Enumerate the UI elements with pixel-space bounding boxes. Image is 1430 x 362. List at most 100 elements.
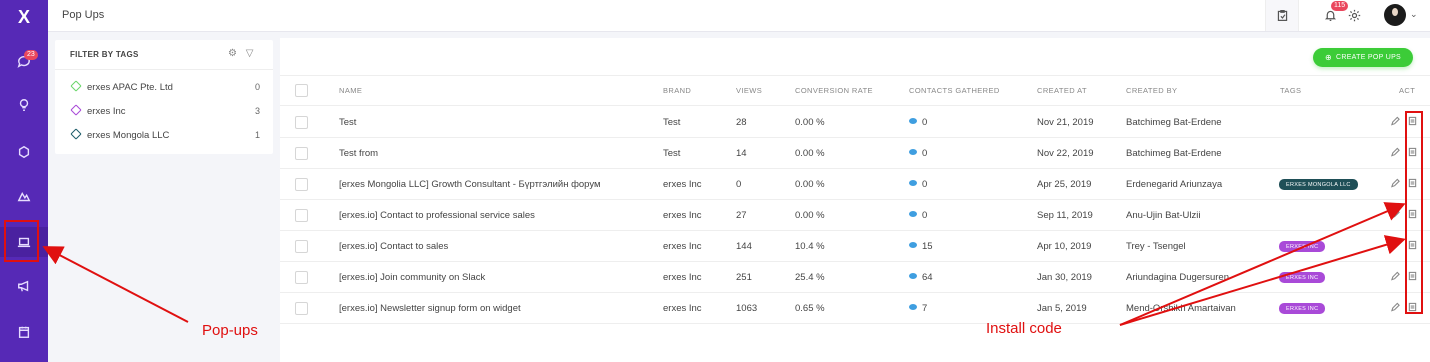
table-row[interactable]: Test Test 28 0.00 % Nov 21, 2019 Batchimeg Ba… xyxy=(280,107,1430,138)
nav-campaigns[interactable] xyxy=(0,271,48,301)
row-checkbox[interactable] xyxy=(295,116,308,129)
column-views[interactable]: VIEWS xyxy=(736,86,762,95)
chevron-down-icon[interactable]: ⌄ xyxy=(1410,9,1418,20)
tasks-button[interactable] xyxy=(1265,0,1299,31)
row-checkbox[interactable] xyxy=(295,209,308,222)
cell-created-by: Batchimeg Bat-Erdene xyxy=(1126,117,1222,128)
tag-icon xyxy=(70,80,82,92)
cell-contacts-gathered: 0 xyxy=(909,210,927,221)
contacts-count: 0 xyxy=(922,148,928,159)
column-conversion-rate[interactable]: CONVERSION RATE xyxy=(795,86,873,95)
nav-calendar[interactable] xyxy=(0,317,48,347)
row-checkbox[interactable] xyxy=(295,178,308,191)
popups-annotation: Pop-ups xyxy=(202,322,258,339)
cell-name[interactable]: [erxes.io] Join community on Slack xyxy=(339,272,485,283)
cell-views: 0 xyxy=(736,179,742,190)
cell-brand: erxes Inc xyxy=(663,179,702,190)
cell-contacts-gathered: 0 xyxy=(909,117,927,128)
cell-brand: Test xyxy=(663,148,681,159)
column-name[interactable]: NAME xyxy=(339,86,362,95)
erxes-logo[interactable]: X xyxy=(0,0,48,34)
popups-highlight-box xyxy=(4,220,39,262)
divider xyxy=(55,69,273,70)
column-actions: ACT xyxy=(1399,86,1416,95)
nav-tickets[interactable] xyxy=(0,137,48,167)
table-row[interactable]: [erxes.io] Join community on Slack erxes … xyxy=(280,262,1430,293)
cell-created-by: Anu-Ujin Bat-Ulzii xyxy=(1126,210,1201,221)
filter-title: FILTER BY TAGS xyxy=(70,50,139,59)
cell-contacts-gathered: 64 xyxy=(909,272,933,283)
column-created-by[interactable]: CREATED BY xyxy=(1126,86,1177,95)
cell-views: 144 xyxy=(736,241,752,252)
contacts-count: 0 xyxy=(922,117,928,128)
contacts-count: 0 xyxy=(922,179,928,190)
eye-icon xyxy=(909,304,917,311)
column-tags[interactable]: TAGS xyxy=(1280,86,1301,95)
row-checkbox[interactable] xyxy=(295,271,308,284)
edit-pencil-icon[interactable] xyxy=(1391,116,1400,126)
table-row[interactable]: [erxes Mongolia LLC] Growth Consultant -… xyxy=(280,169,1430,200)
cell-created-at: Jan 5, 2019 xyxy=(1037,303,1087,314)
tag-count: 0 xyxy=(254,82,260,92)
cell-created-at: Jan 30, 2019 xyxy=(1037,272,1092,283)
contacts-count: 15 xyxy=(922,241,933,252)
cell-name[interactable]: [erxes.io] Contact to professional servi… xyxy=(339,210,535,221)
chevron-down-icon[interactable]: ▽ xyxy=(246,48,254,59)
settings-button[interactable] xyxy=(1337,0,1371,31)
cell-name[interactable]: Test from xyxy=(339,148,378,159)
row-checkbox[interactable] xyxy=(295,240,308,253)
plus-circle-icon: ⊕ xyxy=(1324,53,1332,62)
cell-name[interactable]: [erxes.io] Newsletter signup form on wid… xyxy=(339,303,521,314)
cell-created-at: Sep 11, 2019 xyxy=(1037,210,1093,221)
cell-conversion-rate: 0.00 % xyxy=(795,117,825,128)
table-row[interactable]: [erxes.io] Newsletter signup form on wid… xyxy=(280,293,1430,324)
cell-contacts-gathered: 0 xyxy=(909,148,927,159)
column-created-at[interactable]: CREATED AT xyxy=(1037,86,1087,95)
handshake-icon xyxy=(17,192,31,202)
clipboard-icon xyxy=(1277,10,1287,21)
page-title: Pop Ups xyxy=(62,9,105,21)
table-row[interactable]: [erxes.io] Contact to sales erxes Inc 144 1… xyxy=(280,231,1430,262)
tag-filter-item[interactable]: erxes Inc 3 xyxy=(70,104,262,120)
nav-inbox[interactable]: 23 xyxy=(0,47,48,77)
eye-icon xyxy=(909,149,917,156)
table-row[interactable]: Test from Test 14 0.00 % Nov 22, 2019 Batchim… xyxy=(280,138,1430,169)
cell-name[interactable]: [erxes.io] Contact to sales xyxy=(339,241,448,252)
edit-pencil-icon[interactable] xyxy=(1391,178,1400,188)
gear-icon[interactable]: ⚙ xyxy=(228,48,237,59)
cell-created-by: Ariundagina Dugersuren xyxy=(1126,272,1229,283)
cell-views: 28 xyxy=(736,117,747,128)
tag-filter-item[interactable]: erxes APAC Pte. Ltd 0 xyxy=(70,80,262,96)
edit-pencil-icon[interactable] xyxy=(1391,302,1400,312)
avatar[interactable] xyxy=(1384,4,1406,26)
cell-created-by: Batchimeg Bat-Erdene xyxy=(1126,148,1222,159)
nav-ideas[interactable] xyxy=(0,90,48,120)
column-contacts-gathered[interactable]: CONTACTS GATHERED xyxy=(909,86,1000,95)
cell-brand: Test xyxy=(663,117,681,128)
row-checkbox[interactable] xyxy=(295,302,308,315)
cell-created-at: Apr 25, 2019 xyxy=(1037,179,1092,190)
nav-deals[interactable] xyxy=(0,182,48,212)
row-checkbox[interactable] xyxy=(295,147,308,160)
edit-pencil-icon[interactable] xyxy=(1391,271,1400,281)
tag-icon xyxy=(70,128,82,140)
tag-filter-item[interactable]: erxes Mongola LLC 1 xyxy=(70,128,262,144)
edit-pencil-icon[interactable] xyxy=(1391,209,1400,219)
column-brand[interactable]: BRAND xyxy=(663,86,691,95)
cell-views: 251 xyxy=(736,272,752,283)
contacts-count: 0 xyxy=(922,210,928,221)
edit-pencil-icon[interactable] xyxy=(1391,240,1400,250)
edit-pencil-icon[interactable] xyxy=(1391,147,1400,157)
megaphone-icon xyxy=(18,280,29,292)
filter-by-tags-panel: FILTER BY TAGS ⚙ ▽ erxes APAC Pte. Ltd 0… xyxy=(55,40,273,154)
cell-name[interactable]: Test xyxy=(339,117,356,128)
create-pop-ups-button[interactable]: ⊕ CREATE POP UPS xyxy=(1313,48,1413,67)
top-header: Pop Ups 115 ⌄ xyxy=(48,0,1430,32)
table-row[interactable]: [erxes.io] Contact to professional servi… xyxy=(280,200,1430,231)
cell-conversion-rate: 0.00 % xyxy=(795,148,825,159)
select-all-checkbox[interactable] xyxy=(295,84,308,97)
cell-name[interactable]: [erxes Mongolia LLC] Growth Consultant -… xyxy=(339,179,601,190)
eye-icon xyxy=(909,118,917,125)
arrow-to-nav xyxy=(42,246,189,323)
ticket-icon xyxy=(18,145,30,159)
